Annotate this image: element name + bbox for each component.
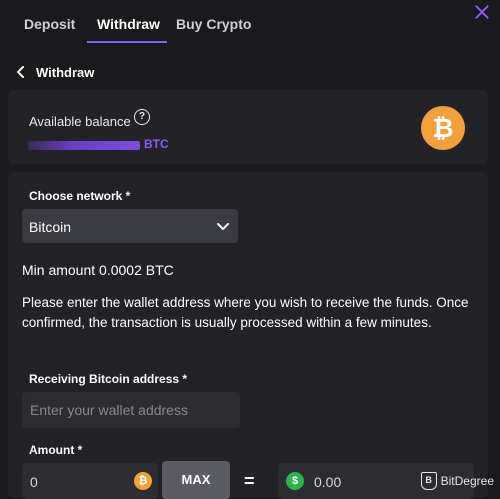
bitcoin-icon: ₿ <box>421 106 465 150</box>
balance-amount-redacted <box>28 141 140 150</box>
active-tab-indicator <box>87 41 167 43</box>
dollar-icon: $ <box>286 472 304 490</box>
help-icon[interactable]: ? <box>134 109 150 125</box>
address-input[interactable] <box>22 392 240 428</box>
withdraw-form: Choose network * Bitcoin Min amount 0.00… <box>8 172 488 499</box>
tab-bar: Deposit Withdraw Buy Crypto <box>0 0 500 44</box>
network-select[interactable]: Bitcoin <box>22 209 238 243</box>
balance-currency: BTC <box>144 137 169 151</box>
max-button[interactable]: MAX <box>162 461 230 499</box>
tab-withdraw[interactable]: Withdraw <box>97 16 160 32</box>
page-header: Withdraw <box>12 60 94 84</box>
balance-card: Available balance ? BTC ₿ <box>8 90 488 164</box>
close-icon[interactable] <box>472 2 492 22</box>
amount-input[interactable]: 0 ₿ <box>22 463 158 499</box>
bitdegree-watermark: B BitDegree <box>420 472 494 490</box>
amount-label: Amount * <box>29 443 83 457</box>
amount-row: 0 ₿ MAX = $ 0.00 <box>22 461 482 499</box>
min-amount-text: Min amount 0.0002 BTC <box>22 262 174 278</box>
page-title: Withdraw <box>36 64 95 80</box>
amount-value: 0 <box>30 474 38 490</box>
equals-sign: = <box>244 471 255 491</box>
address-label: Receiving Bitcoin address * <box>29 372 188 386</box>
chevron-left-icon[interactable] <box>12 63 30 81</box>
network-label: Choose network * <box>29 189 131 203</box>
watermark-text: BitDegree <box>440 474 494 488</box>
chevron-down-icon <box>216 219 230 233</box>
tab-buy-crypto[interactable]: Buy Crypto <box>176 16 251 32</box>
info-text: Please enter the wallet address where yo… <box>22 295 469 330</box>
balance-label: Available balance <box>29 114 131 129</box>
fiat-amount-value: 0.00 <box>314 474 342 490</box>
network-select-value: Bitcoin <box>29 219 72 235</box>
tab-deposit[interactable]: Deposit <box>24 16 75 32</box>
bitdegree-logo-icon: B <box>420 472 437 490</box>
bitcoin-icon: ₿ <box>134 472 152 490</box>
